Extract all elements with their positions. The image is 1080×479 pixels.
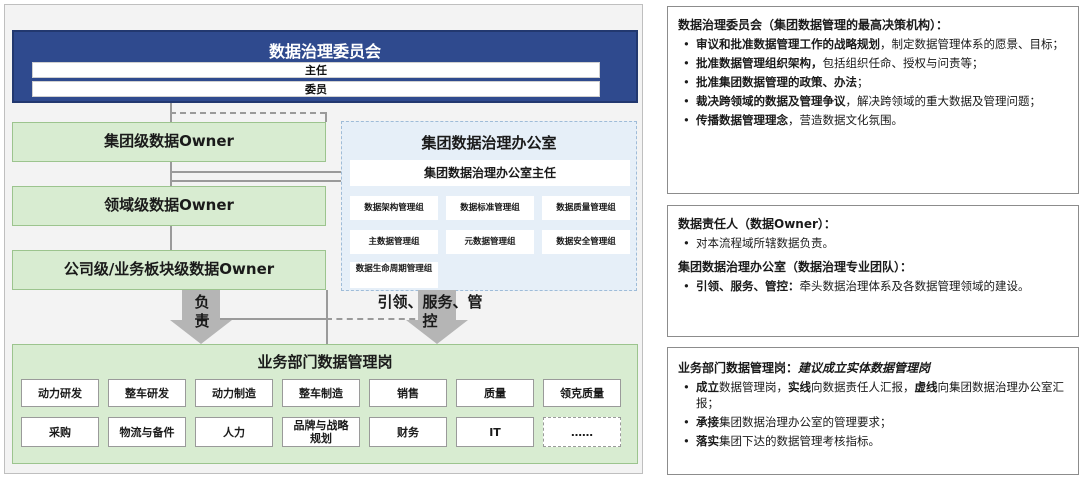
domain-data-owner: 领域级数据Owner: [12, 186, 326, 226]
item-text: ，制定数据管理体系的愿景、目标；: [880, 37, 1064, 51]
dashed-connector: [170, 112, 326, 114]
office-group: 数据标准管理组: [446, 196, 534, 220]
item-bold: 承接: [696, 415, 719, 429]
connector-line: [170, 171, 342, 173]
dept-item: 动力研发: [21, 379, 99, 407]
office-director: 集团数据治理办公室主任: [350, 160, 630, 186]
connector-line: [326, 290, 328, 344]
item-bold: 批准数据管理组织架构，: [696, 56, 823, 70]
list-item: 审议和批准数据管理工作的战略规划，制定数据管理体系的愿景、目标；: [678, 36, 1068, 52]
list-item: 裁决跨领域的数据及管理争议，解决跨领域的重大数据及管理问题；: [678, 93, 1068, 109]
list-item: 引领、服务、管控：牵头数据治理体系及各数据管理领域的建设。: [678, 278, 1068, 294]
panel-title: 数据治理委员会（集团数据管理的最高决策机构）：: [678, 18, 949, 32]
office-duties-list: 引领、服务、管控：牵头数据治理体系及各数据管理领域的建设。: [678, 278, 1068, 294]
office-group: 数据质量管理组: [542, 196, 630, 220]
business-description-panel: 业务部门数据管理岗：建议成立实体数据管理岗 成立数据管理岗，实线向数据责任人汇报…: [667, 347, 1079, 475]
committee-members-row: 委员: [32, 81, 600, 97]
dept-item: 品牌与战略规划: [282, 417, 360, 447]
governance-committee-box: 数据治理委员会 主任 委员: [12, 30, 638, 103]
item-text: 向数据责任人汇报，: [811, 380, 915, 394]
business-duties-list: 成立数据管理岗，实线向数据责任人汇报，虚线向集团数据治理办公室汇报； 承接集团数…: [678, 379, 1068, 449]
item-text: 牵头数据治理体系及各数据管理领域的建设。: [799, 279, 1030, 293]
panel-title: 数据责任人（数据Owner）：: [678, 217, 836, 231]
panel-subtitle: 集团数据治理办公室（数据治理专业团队）：: [678, 260, 913, 274]
item-text: 集团下达的数据管理考核指标。: [719, 434, 880, 448]
connector-line: [170, 226, 172, 250]
list-item: 对本流程域所辖数据负责。: [678, 235, 1068, 251]
item-bold: 实线: [788, 380, 811, 394]
committee-title: 数据治理委员会: [268, 42, 381, 61]
committee-description-panel: 数据治理委员会（集团数据管理的最高决策机构）： 审议和批准数据管理工作的战略规划…: [667, 6, 1079, 194]
dept-item: 质量: [456, 379, 534, 407]
item-bold: 虚线: [914, 380, 938, 394]
list-item: 成立数据管理岗，实线向数据责任人汇报，虚线向集团数据治理办公室汇报；: [678, 379, 1068, 411]
item-bold: 落实: [696, 434, 719, 448]
item-bold: 成立: [696, 380, 719, 394]
list-item: 承接集团数据治理办公室的管理要求；: [678, 414, 1068, 430]
office-group: 数据生命周期管理组: [350, 262, 438, 288]
item-text: 集团数据治理办公室的管理要求；: [719, 415, 892, 429]
item-text: ；: [857, 75, 869, 89]
group-data-owner: 集团级数据Owner: [12, 122, 326, 162]
dept-item: 整车研发: [108, 379, 186, 407]
office-group: 数据架构管理组: [350, 196, 438, 220]
connector-line: [170, 180, 342, 182]
panel-title: 业务部门数据管理岗：建议成立实体数据管理岗: [678, 360, 1068, 376]
dept-item: 人力: [195, 417, 273, 447]
business-dept-box: 业务部门数据管理岗 动力研发 整车研发 动力制造 整车制造 销售 质量 领克质量…: [12, 344, 638, 464]
title-bold: 业务部门数据管理岗：: [678, 361, 799, 375]
dept-item: 财务: [369, 417, 447, 447]
company-data-owner: 公司级/业务板块级数据Owner: [12, 250, 326, 290]
list-item: 批准数据管理组织架构，包括组织任命、授权与问责等；: [678, 55, 1068, 71]
dashed-connector: [325, 112, 327, 122]
item-bold: 审议和批准数据管理工作的战略规划: [696, 37, 880, 51]
item-text: ，解决跨领域的重大数据及管理问题；: [845, 94, 1042, 108]
item-text: ，营造数据文化氛围。: [788, 113, 903, 127]
responsible-label: 负 责: [194, 293, 210, 330]
dept-item: 采购: [21, 417, 99, 447]
owner-duties-list: 对本流程域所辖数据负责。: [678, 235, 1068, 251]
office-group: 元数据管理组: [446, 230, 534, 254]
item-bold: 传播数据管理理念: [696, 113, 788, 127]
dept-item: 整车制造: [282, 379, 360, 407]
dept-item: 动力制造: [195, 379, 273, 407]
dept-item: 销售: [369, 379, 447, 407]
item-text: 数据管理岗，: [719, 380, 788, 394]
lead-serve-control-label: 引领、服务、管 控: [377, 293, 483, 330]
owner-description-panel: 数据责任人（数据Owner）： 对本流程域所辖数据负责。 集团数据治理办公室（数…: [667, 205, 1079, 337]
office-title: 集团数据治理办公室: [421, 134, 557, 152]
list-item: 传播数据管理理念，营造数据文化氛围。: [678, 112, 1068, 128]
office-group: 主数据管理组: [350, 230, 438, 254]
business-title: 业务部门数据管理岗: [257, 353, 393, 371]
dept-item: 物流与备件: [108, 417, 186, 447]
dept-item-more: ……: [543, 417, 621, 447]
connector-line: [170, 162, 172, 186]
dept-item: 领克质量: [543, 379, 621, 407]
office-group: 数据安全管理组: [542, 230, 630, 254]
list-item: 落实集团下达的数据管理考核指标。: [678, 433, 1068, 449]
item-bold: 批准集团数据管理的政策、办法: [696, 75, 857, 89]
committee-director-row: 主任: [32, 62, 600, 78]
governance-office-box: 集团数据治理办公室 集团数据治理办公室主任 数据架构管理组 数据标准管理组 数据…: [341, 121, 637, 291]
item-text: 包括组织任命、授权与问责等；: [822, 56, 984, 70]
item-bold: 裁决跨领域的数据及管理争议: [696, 94, 846, 108]
committee-duties-list: 审议和批准数据管理工作的战略规划，制定数据管理体系的愿景、目标； 批准数据管理组…: [678, 36, 1068, 128]
dept-item: IT: [456, 417, 534, 447]
item-bold: 引领、服务、管控：: [696, 279, 800, 293]
title-italic: 建议成立实体数据管理岗: [798, 361, 931, 375]
list-item: 批准集团数据管理的政策、办法；: [678, 74, 1068, 90]
